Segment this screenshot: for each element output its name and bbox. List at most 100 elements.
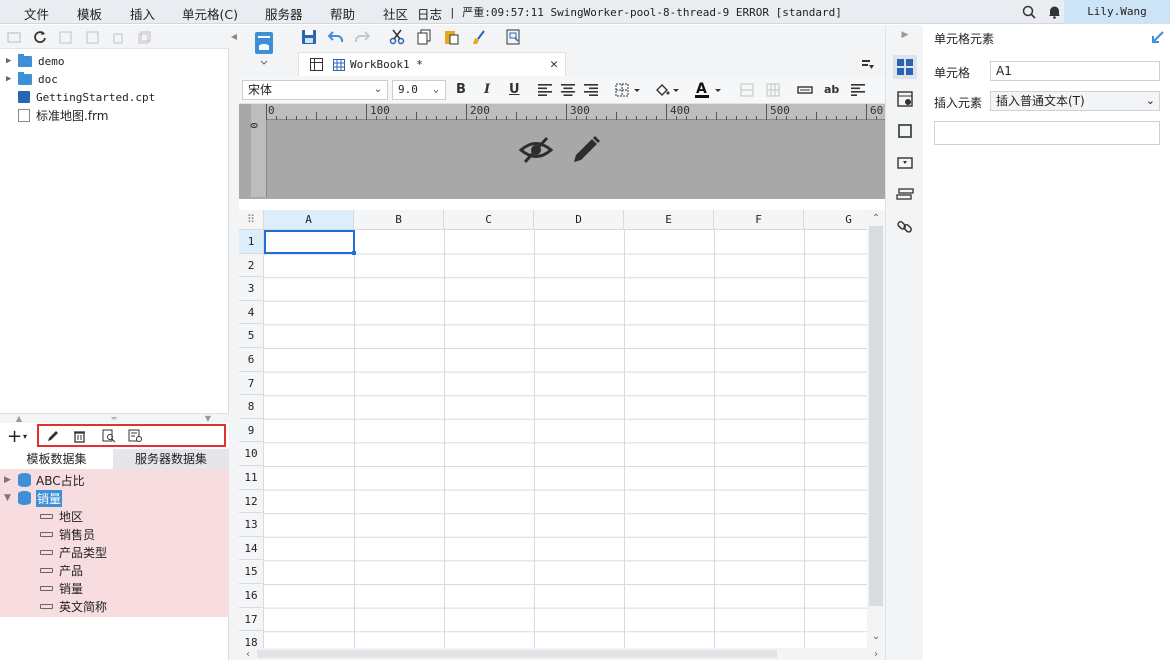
trash-icon[interactable] bbox=[71, 428, 87, 444]
properties-icon[interactable] bbox=[57, 29, 73, 45]
scroll-right-icon[interactable]: › bbox=[871, 648, 881, 660]
collapse-down-icon[interactable]: ▼ bbox=[203, 414, 213, 423]
add-dataset-icon[interactable]: + ▾ bbox=[6, 426, 28, 447]
hyperlink-icon[interactable] bbox=[894, 217, 916, 237]
fill-handle[interactable] bbox=[352, 251, 356, 255]
collapse-panel-icon[interactable] bbox=[1150, 29, 1166, 45]
align-center-icon[interactable] bbox=[560, 83, 576, 97]
row-header[interactable]: 2 bbox=[239, 253, 264, 278]
align-right-icon[interactable] bbox=[583, 83, 599, 97]
bell-icon[interactable] bbox=[1046, 4, 1062, 20]
menu-insert[interactable]: 插入 bbox=[130, 4, 155, 23]
menu-community[interactable]: 社区 bbox=[383, 4, 408, 23]
selected-cell-a1[interactable] bbox=[264, 230, 356, 255]
copy-icon[interactable] bbox=[415, 28, 433, 46]
expand-arrow-icon[interactable]: ▶ bbox=[4, 475, 18, 485]
dataset-params-icon[interactable] bbox=[127, 428, 143, 444]
undo-icon[interactable] bbox=[327, 28, 345, 46]
menu-server[interactable]: 服务器 bbox=[265, 4, 303, 23]
vertical-splitter[interactable]: ◀ bbox=[229, 25, 239, 660]
border-icon[interactable] bbox=[614, 82, 644, 98]
row-header[interactable]: 3 bbox=[239, 277, 264, 301]
expand-right-icon[interactable]: ▶ bbox=[900, 29, 910, 41]
cut-icon[interactable] bbox=[388, 28, 406, 46]
template-web-attr-icon[interactable] bbox=[253, 29, 275, 67]
field-item[interactable]: 英文简称 bbox=[40, 597, 107, 615]
cell-attributes-icon[interactable] bbox=[894, 89, 916, 109]
field-item[interactable]: 销售员 bbox=[40, 525, 95, 543]
redo-icon[interactable] bbox=[353, 28, 371, 46]
grid-view-icon[interactable] bbox=[309, 57, 323, 71]
field-item[interactable]: 地区 bbox=[40, 507, 83, 525]
scroll-thumb[interactable] bbox=[869, 226, 883, 606]
settings-icon[interactable] bbox=[84, 29, 100, 45]
field-item[interactable]: 产品类型 bbox=[40, 543, 107, 561]
row-header[interactable]: 13 bbox=[239, 513, 264, 537]
row-header[interactable]: 4 bbox=[239, 300, 264, 325]
tab-menu-icon[interactable] bbox=[859, 56, 875, 72]
hscroll-thumb[interactable] bbox=[257, 650, 777, 658]
menu-template[interactable]: 模板 bbox=[77, 4, 102, 23]
menu-help[interactable]: 帮助 bbox=[330, 4, 355, 23]
row-header[interactable]: 5 bbox=[239, 324, 264, 348]
row-header[interactable]: 16 bbox=[239, 584, 264, 608]
cell-name-field[interactable]: A1 bbox=[990, 61, 1160, 81]
preview-icon[interactable] bbox=[101, 428, 117, 444]
collapse-up-icon[interactable]: ▲ bbox=[14, 414, 24, 423]
bold-button[interactable]: B bbox=[456, 82, 466, 97]
wrap-text-icon[interactable] bbox=[796, 83, 814, 97]
menu-file[interactable]: 文件 bbox=[24, 4, 49, 23]
field-item[interactable]: 产品 bbox=[40, 561, 83, 579]
horizontal-scrollbar[interactable]: ‹ › bbox=[239, 648, 885, 660]
row-header[interactable]: 8 bbox=[239, 395, 264, 419]
user-account[interactable]: Lily.Wang bbox=[1064, 0, 1170, 24]
italic-button[interactable]: I bbox=[484, 82, 490, 97]
align-left-icon[interactable] bbox=[537, 83, 553, 97]
spreadsheet-grid[interactable]: ⠿ A B C D E F G 1 2 3 4 5 6 7 8 9 10 11 12 13 14 15 16 1… bbox=[239, 210, 867, 650]
new-folder-icon[interactable] bbox=[6, 29, 22, 45]
dataset-item-abc[interactable]: ▶ ABC占比 bbox=[4, 471, 85, 489]
insert-element-select[interactable]: 插入普通文本(T) ⌄ bbox=[990, 91, 1160, 111]
row-header[interactable]: 6 bbox=[239, 348, 264, 372]
copy-icon[interactable] bbox=[136, 29, 152, 45]
expand-arrow-icon[interactable]: ▶ bbox=[6, 74, 18, 84]
row-header[interactable]: 9 bbox=[239, 418, 264, 443]
format-painter-icon[interactable] bbox=[469, 28, 487, 46]
split-cells-icon[interactable] bbox=[765, 82, 781, 98]
condition-attributes-icon[interactable] bbox=[894, 185, 916, 205]
text-color-icon[interactable]: A bbox=[693, 80, 725, 100]
row-header[interactable]: 10 bbox=[239, 442, 264, 466]
expand-arrow-icon[interactable]: ▶ bbox=[6, 56, 18, 66]
underline-button[interactable]: U bbox=[509, 82, 520, 97]
row-header[interactable]: 11 bbox=[239, 466, 264, 490]
cell-element-icon[interactable] bbox=[893, 55, 917, 79]
menu-log[interactable]: 日志 bbox=[417, 4, 442, 23]
scroll-down-icon[interactable]: ⌄ bbox=[870, 630, 882, 642]
drag-handle-icon[interactable]: ═ bbox=[108, 414, 120, 423]
menu-cell[interactable]: 单元格(C) bbox=[182, 4, 238, 23]
scroll-up-icon[interactable]: ⌃ bbox=[870, 212, 882, 224]
row-header[interactable]: 7 bbox=[239, 371, 264, 396]
cell-style-icon[interactable] bbox=[894, 121, 916, 141]
edit-icon[interactable] bbox=[45, 428, 61, 444]
row-header[interactable]: 1 bbox=[239, 230, 264, 254]
row-header[interactable]: 14 bbox=[239, 536, 264, 561]
tab-template-datasets[interactable]: 模板数据集 bbox=[0, 449, 113, 469]
dataset-item-sales[interactable]: ▼ 销量 bbox=[4, 489, 63, 507]
tab-workbook1[interactable]: WorkBook1 * ✕ bbox=[298, 52, 566, 76]
widget-settings-icon[interactable] bbox=[894, 153, 916, 173]
tree-item-gettingstarted[interactable]: GettingStarted.cpt bbox=[18, 88, 155, 106]
tree-item-map[interactable]: 标准地图.frm bbox=[18, 106, 108, 124]
merge-cells-icon[interactable] bbox=[739, 82, 755, 98]
collapse-arrow-icon[interactable]: ▼ bbox=[4, 493, 18, 503]
delete-icon[interactable] bbox=[110, 29, 126, 45]
fill-color-icon[interactable] bbox=[653, 81, 683, 99]
save-icon[interactable] bbox=[300, 28, 318, 46]
text-content-field[interactable] bbox=[934, 121, 1160, 145]
row-header[interactable]: 15 bbox=[239, 560, 264, 584]
row-header[interactable]: 17 bbox=[239, 607, 264, 632]
more-format-icon[interactable] bbox=[850, 82, 866, 98]
collapse-left-icon[interactable]: ◀ bbox=[230, 31, 238, 41]
vertical-scrollbar[interactable]: ⌃ ⌄ bbox=[867, 210, 885, 650]
text-control-button[interactable]: ab bbox=[824, 83, 839, 96]
